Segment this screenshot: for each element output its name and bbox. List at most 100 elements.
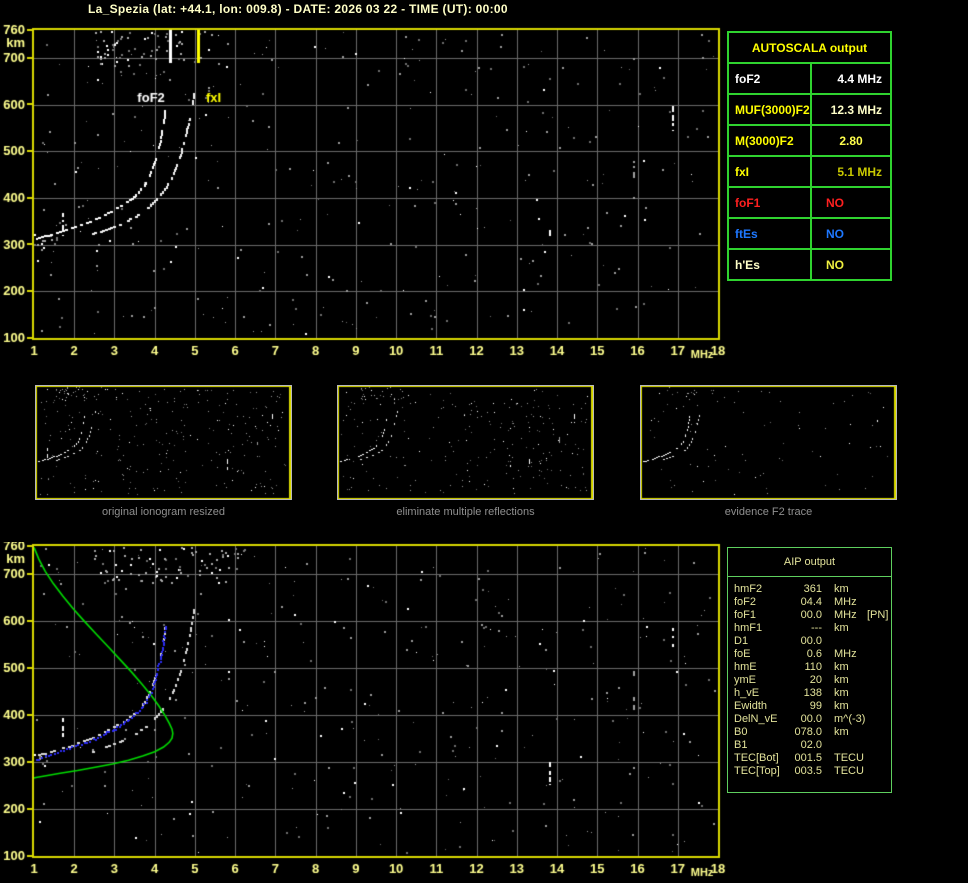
aip-row-label: B0 [734,726,748,738]
aip-row-value: 003.5 [794,765,822,777]
aip-row-extra [867,687,891,700]
aip-table-title: AIP output [728,548,891,577]
aip-row-value: 078.0 [794,726,822,738]
aip-row: foF1 00.0 MHz [PN] [734,609,891,622]
autoscala-table-title: AUTOSCALA output [729,33,890,64]
autoscala-row: fxI 5.1 MHz [729,157,890,188]
autoscala-row-label: M(3000)F2 [729,126,812,155]
aip-row-extra [867,648,891,661]
aip-row-unit: km [834,674,849,686]
aip-row-value: 20 [809,674,822,686]
aip-row-value: 99 [809,700,822,712]
aip-row: Ewidth 99 km [734,700,891,713]
panel-evidence-canvas [641,386,896,499]
aip-row-unit: TECU [834,752,864,764]
aip-row-value: --- [811,622,822,634]
aip-row-extra [867,739,891,752]
panel-eliminate-reflections [337,385,594,500]
aip-row-label: foE [734,648,751,660]
station-title: La_Spezia (lat: +44.1, lon: 009.8) - DAT… [88,2,508,16]
aip-row-value: 110 [804,661,822,673]
autoscala-row-label: fxI [729,157,812,186]
aip-row-label: hmF1 [734,622,763,634]
aip-row-value: 361 [803,583,822,595]
aip-row-extra [867,583,891,596]
aip-row-label: h_vE [734,687,760,699]
aip-row-unit [822,739,867,752]
main-ionogram-canvas [0,22,740,362]
aip-row: TEC[Bot] 001.5 TECU [734,752,891,765]
autoscala-row-label: foF1 [729,188,812,217]
autoscala-row-label: foF2 [729,64,812,93]
caption-evidence-f2: evidence F2 trace [724,506,813,518]
panel-evidence-f2 [640,385,897,500]
panel-original-ionogram [35,385,292,500]
aip-row-value: 04.4 [800,596,822,608]
aip-row: B0 078.0 km [734,726,891,739]
aip-row-unit: km [834,726,849,738]
aip-row: hmF1 --- km [734,622,891,635]
aip-row-label: foF1 [734,609,757,621]
aip-row-extra [867,674,891,687]
aip-row: foF2 04.4 MHz [734,596,891,609]
caption-original-ionogram: original ionogram resized [102,506,225,518]
aip-row-extra [867,713,891,726]
aip-row-extra [867,765,891,778]
aip-row-extra [867,661,891,674]
aip-row-extra: [PN] [867,609,889,621]
aip-row-label: hmE [734,661,757,673]
autoscala-row-value: 12.3 MHz [830,102,882,117]
aip-row-extra [867,700,891,713]
aip-row-unit: m^(-3) [834,713,866,725]
aip-row-label: hmF2 [734,583,763,595]
aip-table-rows: hmF2 361 km foF2 04.4 MHz foF1 00.0 MHz [PN] hmF1 -… [728,577,891,778]
aip-row: B1 02.0 [734,739,891,752]
aip-row-unit: MHz [834,609,857,621]
aip-row-unit: MHz [834,648,857,660]
autoscala-row-value: NO [826,257,844,272]
aip-row-extra [867,752,891,765]
aip-row-label: TEC[Top] [734,765,780,777]
aip-row-value: 138 [803,687,822,699]
aip-row-extra [867,596,891,609]
autoscala-row-label: ftEs [729,219,812,248]
autoscala-output-table: AUTOSCALA output foF2 4.4 MHz MUF(3000)F2 1… [727,31,892,281]
aip-row-unit: TECU [834,765,864,777]
autoscala-row: ftEs NO [729,219,890,250]
aip-row: D1 00.0 [734,635,891,648]
aip-row: h_vE 138 km [734,687,891,700]
autoscala-row-value: NO [826,226,844,241]
autoscala-table-rows: foF2 4.4 MHz MUF(3000)F2 12.3 MHz M(3000)F2 2… [729,64,890,279]
aip-row-label: foF2 [734,596,757,608]
aip-row-label: D1 [734,635,749,647]
panel-eliminate-canvas [338,386,593,499]
aip-output-table: AIP output hmF2 361 km foF2 04.4 MHz foF1 00.0 M… [727,547,892,793]
aip-row-unit: km [834,661,849,673]
aip-row-extra [867,622,891,635]
autoscala-row-label: h'Es [729,250,812,279]
aip-row-unit [822,635,867,648]
aip-row-unit: km [834,622,849,634]
autoscala-row: foF2 4.4 MHz [729,64,890,95]
aip-row-label: Ewidth [734,700,768,712]
aip-row-extra [867,726,891,739]
aip-row-extra [867,635,891,648]
aip-row-value: 00.0 [800,713,822,725]
aip-row-unit: km [834,583,849,595]
restored-ionogram-canvas [0,542,740,882]
aip-row-unit: MHz [834,596,857,608]
aip-row-label: ymE [734,674,756,686]
autoscala-row: M(3000)F2 2.80 [729,126,890,157]
panel-original-canvas [36,386,291,499]
autoscala-row-value: 4.4 MHz [837,71,882,86]
autoscala-row: foF1 NO [729,188,890,219]
aip-row: ymE 20 km [734,674,891,687]
autoscala-row-value: 5.1 MHz [837,164,882,179]
autoscala-row: MUF(3000)F2 12.3 MHz [729,95,890,126]
aip-row: hmE 110 km [734,661,891,674]
aip-row-value: 00.0 [800,609,822,621]
caption-eliminate-reflections: eliminate multiple reflections [396,506,535,518]
aip-row-label: DelN_vE [734,713,778,725]
aip-row: DelN_vE 00.0 m^(-3) [734,713,891,726]
aip-row-unit: km [834,687,849,699]
